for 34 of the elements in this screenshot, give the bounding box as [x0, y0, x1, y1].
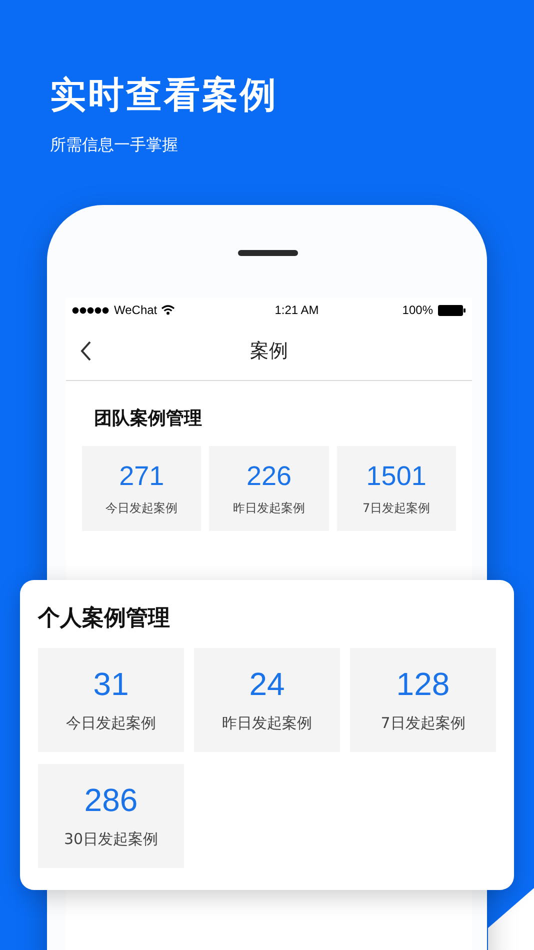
- hero-subtitle: 所需信息一手掌握: [50, 134, 179, 156]
- carrier-name: WeChat: [114, 302, 158, 319]
- back-icon[interactable]: [80, 341, 92, 361]
- stat-value: 271: [119, 460, 164, 490]
- stat-label: 昨日发起案例: [222, 712, 312, 734]
- battery-percent: 100%: [402, 302, 433, 319]
- stat-label: 今日发起案例: [106, 500, 178, 516]
- stat-label: 7日发起案例: [362, 500, 430, 516]
- stat-value: 226: [246, 460, 292, 490]
- signal-icon: [72, 306, 110, 314]
- nav-title: 案例: [250, 338, 288, 364]
- stat-label: 今日发起案例: [66, 712, 156, 734]
- stat-tile[interactable]: 24 昨日发起案例: [194, 648, 340, 752]
- phone-speaker: [238, 250, 298, 256]
- stat-tile[interactable]: 1501 7日发起案例: [336, 446, 456, 531]
- stat-tile[interactable]: 226 昨日发起案例: [209, 446, 329, 531]
- stat-tile[interactable]: 31 今日发起案例: [38, 648, 184, 752]
- status-time: 1:21 AM: [274, 302, 319, 319]
- section-title: 团队案例管理: [93, 407, 203, 431]
- stat-value: 1501: [366, 460, 426, 490]
- wifi-icon: [161, 305, 176, 315]
- stat-value: 24: [249, 666, 285, 702]
- stat-value: 31: [93, 666, 129, 702]
- stat-tile[interactable]: 286 30日发起案例: [38, 764, 184, 868]
- stat-tile[interactable]: 271 今日发起案例: [82, 446, 202, 531]
- stat-tile[interactable]: 128 7日发起案例: [350, 648, 496, 752]
- stat-value: 128: [396, 666, 450, 702]
- stat-label: 30日发起案例: [64, 828, 158, 850]
- hero-title: 实时查看案例: [50, 74, 278, 118]
- stat-label: 7日发起案例: [380, 712, 466, 734]
- stat-label: 昨日发起案例: [232, 500, 305, 516]
- battery-icon: [438, 304, 466, 316]
- section-title: 个人案例管理: [38, 604, 171, 633]
- stat-value: 286: [84, 782, 138, 818]
